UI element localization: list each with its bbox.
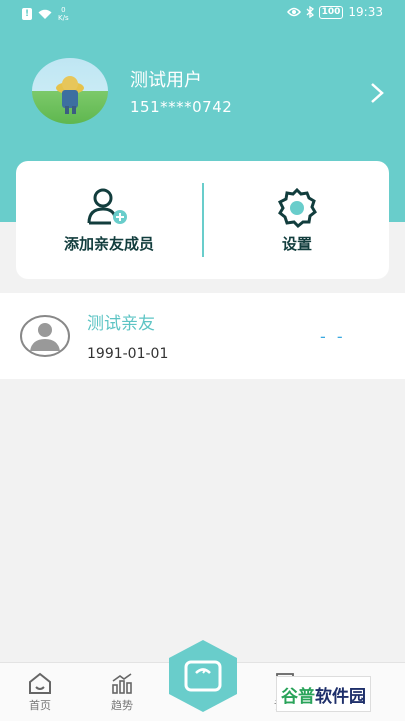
wifi-icon: [38, 9, 52, 19]
member-name: 测试亲友: [87, 314, 155, 334]
network-speed: 0 K/s: [58, 6, 69, 22]
settings-button[interactable]: 设置: [204, 161, 390, 279]
scale-center-button[interactable]: [165, 638, 241, 714]
user-name: 测试用户: [130, 70, 202, 91]
avatar-illustration: [56, 76, 84, 114]
alert-icon: !: [22, 8, 32, 20]
home-icon: [29, 672, 51, 694]
member-value: - -: [320, 327, 346, 346]
add-member-button[interactable]: 添加亲友成员: [16, 161, 202, 279]
battery-indicator: 100: [318, 5, 344, 19]
action-card: 添加亲友成员 设置: [16, 161, 389, 279]
status-bar: ! 0 K/s 100 19:33: [0, 0, 405, 28]
member-avatar-icon: [20, 315, 70, 357]
user-avatar[interactable]: [32, 58, 108, 124]
watermark-part1: 谷普: [281, 686, 315, 707]
trend-chart-icon: [112, 673, 132, 694]
tab-trend-label: 趋势: [111, 699, 133, 712]
bluetooth-icon: [306, 6, 314, 18]
chevron-right-icon[interactable]: [368, 82, 386, 104]
eye-icon: [286, 7, 301, 17]
add-user-icon: [87, 188, 127, 225]
gear-icon: [277, 187, 317, 229]
settings-label: 设置: [281, 235, 312, 253]
site-watermark: 谷普 软件园: [276, 676, 371, 712]
watermark-part2: 软件园: [315, 686, 366, 707]
member-birthday: 1991-01-01: [87, 346, 169, 362]
add-member-label: 添加亲友成员: [63, 235, 154, 253]
tab-home-label: 首页: [29, 699, 51, 712]
clock: 19:33: [348, 5, 383, 19]
member-row[interactable]: 测试亲友 1991-01-01 - -: [0, 293, 405, 379]
user-phone: 151****0742: [130, 98, 233, 116]
